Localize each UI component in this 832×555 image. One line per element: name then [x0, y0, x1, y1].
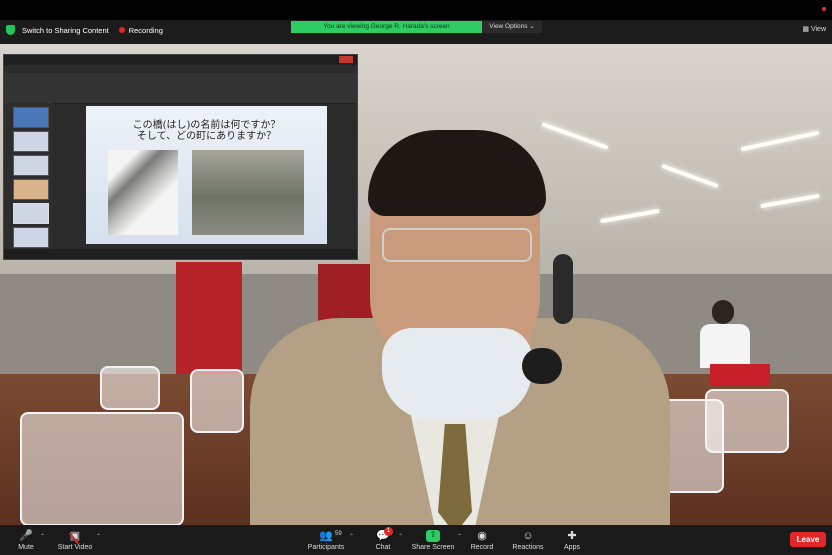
record-icon: ◉ [477, 530, 487, 542]
top-strip [0, 0, 832, 20]
microphone [522, 348, 562, 384]
microphone-icon: 🎤 [19, 530, 33, 542]
shield-icon [6, 25, 15, 35]
laptop [710, 364, 770, 386]
current-slide: この橋(はし)の名前は何ですか？ そして、どの町にありますか？ [86, 106, 327, 244]
share-options-chevron-icon[interactable]: ⌃ [457, 533, 462, 540]
apps-button[interactable]: ✚ Apps [560, 525, 584, 555]
leave-button[interactable]: Leave [790, 532, 826, 547]
share-screen-label: Share Screen [411, 544, 455, 551]
ppt-share-badge [339, 56, 353, 63]
share-controls: Switch to Sharing Content Recording [6, 25, 163, 35]
view-button[interactable]: ▦ View [802, 25, 826, 33]
slide-thumbnail-selected [13, 203, 49, 224]
glasses [382, 228, 532, 262]
record-button[interactable]: ◉ Record [468, 525, 496, 555]
grid-icon: ▦ [802, 26, 811, 33]
ppt-titlebar [4, 55, 357, 65]
participants-label: Participants [307, 544, 345, 551]
recording-indicator[interactable]: Recording [129, 26, 163, 35]
chair [705, 389, 789, 453]
mute-button[interactable]: 🎤 Mute [12, 525, 40, 555]
slide-thumbnail [13, 131, 49, 152]
background-student [700, 298, 750, 368]
view-options-button[interactable]: View Options ⌄ [482, 21, 542, 33]
slide-thumbnail [13, 107, 49, 128]
face-mask [382, 328, 532, 420]
record-label: Record [470, 544, 494, 551]
view-label: View [810, 26, 826, 33]
mute-label: Mute [18, 544, 34, 551]
apps-label: Apps [564, 544, 580, 551]
mute-options-chevron-icon[interactable]: ⌃ [40, 533, 45, 540]
bridge-photo [108, 150, 178, 235]
chat-unread-badge: 1 [384, 527, 393, 536]
shared-screen-window[interactable]: この橋(はし)の名前は何ですか？ そして、どの町にありますか？ [3, 54, 358, 260]
slide-title: この橋(はし)の名前は何ですか？ そして、どの町にありますか？ [86, 120, 327, 142]
ppt-statusbar [4, 249, 357, 259]
switch-to-sharing-content-button[interactable]: Switch to Sharing Content [22, 26, 109, 35]
share-screen-button[interactable]: ⇧ Share Screen [410, 525, 456, 555]
viewing-banner: You are viewing George R. Harada's scree… [291, 21, 482, 33]
ppt-ribbon [4, 73, 357, 104]
share-screen-icon: ⇧ [426, 530, 440, 542]
video-options-chevron-icon[interactable]: ⌃ [96, 533, 101, 540]
headset-icon [553, 254, 573, 324]
slide-thumbnail [13, 227, 49, 248]
chair [100, 366, 160, 410]
town-aerial-photo [192, 150, 304, 235]
apps-icon: ✚ [567, 530, 577, 542]
reactions-label: Reactions [512, 544, 544, 551]
chat-label: Chat [375, 544, 391, 551]
meeting-toolbar: 🎤 Mute ⌃ ▣ Start Video ⌃ 👥 Participants … [0, 525, 832, 555]
chat-options-chevron-icon[interactable]: ⌃ [398, 533, 403, 540]
recording-icon [118, 27, 125, 33]
slide-title-line2: そして、どの町にありますか？ [136, 131, 277, 142]
ppt-slide-thumbnails [4, 103, 52, 249]
slide-thumbnail [13, 179, 49, 200]
slide-thumbnail [13, 155, 49, 176]
participants-button[interactable]: 👥 Participants [306, 525, 346, 555]
reactions-button[interactable]: ☺ Reactions [510, 525, 546, 555]
status-dot [822, 7, 826, 11]
participants-icon: 👥 [319, 530, 333, 542]
ppt-menubar [4, 65, 357, 73]
chair [20, 412, 184, 525]
slide-title-line1: この橋(はし)の名前は何ですか？ [132, 120, 281, 131]
participants-count: 59 [335, 531, 342, 537]
participants-options-chevron-icon[interactable]: ⌃ [349, 533, 354, 540]
start-video-label: Start Video [57, 544, 93, 551]
smiley-icon: ☺ [522, 530, 534, 542]
